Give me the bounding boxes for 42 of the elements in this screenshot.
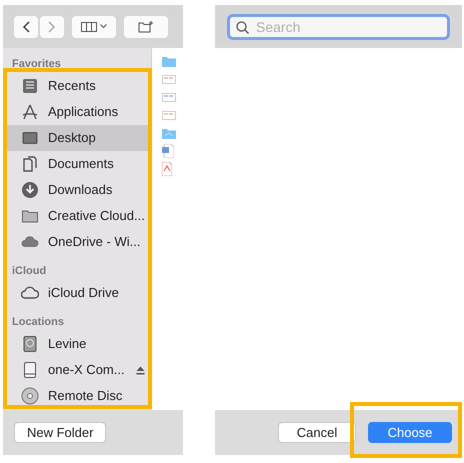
document-preview-icon xyxy=(162,110,176,120)
sidebar-item[interactable]: Levine xyxy=(3,331,151,357)
sidebar-item[interactable]: Remote Disc xyxy=(3,383,151,409)
new-folder-button[interactable]: New Folder xyxy=(14,422,106,443)
cancel-button[interactable]: Cancel xyxy=(278,422,356,443)
disc-icon xyxy=(21,387,39,405)
new-folder-toolbar-button[interactable] xyxy=(124,16,168,38)
folder-icon xyxy=(162,128,176,138)
sidebar-item[interactable]: Applications xyxy=(3,99,151,125)
download-icon xyxy=(21,181,39,199)
tray-icon xyxy=(21,77,39,95)
compass-letter-icon xyxy=(21,103,39,121)
caret-icon xyxy=(100,24,107,29)
external-drive-icon xyxy=(21,361,39,379)
section-header: iCloud xyxy=(11,264,48,279)
sidebar-item[interactable]: one-X Com... xyxy=(3,357,151,383)
folder-icon xyxy=(162,56,176,66)
search-field[interactable]: Search xyxy=(227,14,450,40)
hard-drive-icon xyxy=(21,335,39,353)
word-document-icon xyxy=(162,144,174,158)
document-preview-icon xyxy=(162,92,176,102)
choose-button[interactable]: Choose xyxy=(368,422,452,443)
sidebar-item[interactable]: OneDrive - Wi... xyxy=(3,229,151,255)
chevron-left-icon xyxy=(22,20,30,32)
section-header: Locations xyxy=(11,315,65,330)
section-header: Favorites xyxy=(11,57,62,72)
search-icon xyxy=(236,20,249,34)
sidebar-item[interactable]: Recents xyxy=(3,73,151,99)
documents-icon xyxy=(21,155,39,173)
folder-plus-icon xyxy=(138,20,154,32)
sidebar-item[interactable]: Downloads xyxy=(3,177,151,203)
monitor-icon xyxy=(21,129,39,147)
document-preview-icon xyxy=(162,74,176,84)
sidebar-item[interactable]: Creative Cloud... xyxy=(3,203,151,229)
pdf-document-icon xyxy=(162,162,172,176)
eject-icon[interactable] xyxy=(136,366,145,374)
columns-icon xyxy=(81,22,97,32)
view-options-button[interactable] xyxy=(72,16,116,38)
sidebar-item[interactable]: Documents xyxy=(3,151,151,177)
back-button[interactable] xyxy=(14,16,38,38)
chevron-right-icon xyxy=(48,20,56,32)
sidebar-item[interactable]: iCloud Drive xyxy=(3,280,151,306)
